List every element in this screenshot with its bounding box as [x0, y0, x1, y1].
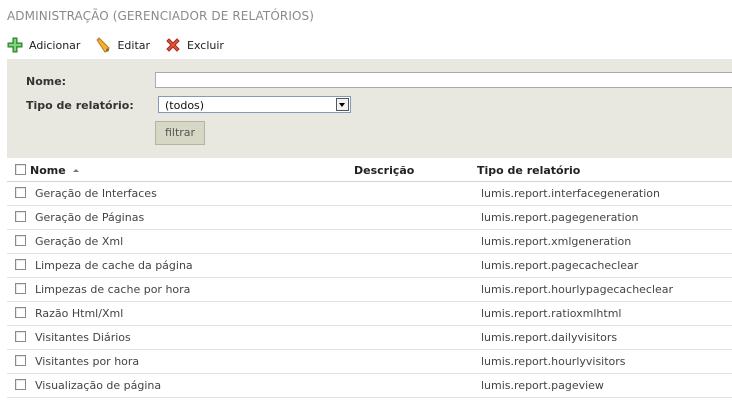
sort-ascending-icon: [73, 169, 79, 172]
type-filter-value: (todos): [165, 99, 205, 112]
row-checkbox[interactable]: [15, 211, 26, 222]
type-filter-select[interactable]: (todos): [158, 96, 351, 113]
table-row[interactable]: Visualização de página lumis.report.page…: [7, 374, 732, 398]
column-header-descricao[interactable]: Descrição: [354, 164, 414, 177]
row-checkbox[interactable]: [15, 187, 26, 198]
select-all-checkbox[interactable]: [15, 164, 26, 175]
column-header-tipo[interactable]: Tipo de relatório: [477, 164, 580, 177]
toolbar: Adicionar Editar Excluir: [7, 37, 239, 53]
reports-table: Nome Descrição Tipo de relatório Geração…: [7, 160, 732, 398]
row-checkbox[interactable]: [15, 235, 26, 246]
edit-label: Editar: [117, 38, 151, 52]
row-tipo: lumis.report.pageview: [481, 379, 604, 392]
table-row[interactable]: Geração de Interfaces lumis.report.inter…: [7, 182, 732, 206]
chevron-down-icon[interactable]: [336, 98, 349, 111]
row-tipo: lumis.report.dailyvisitors: [481, 331, 618, 344]
row-nome: Limpezas de cache por hora: [35, 283, 191, 296]
row-nome: Geração de Xml: [35, 235, 124, 248]
row-tipo: lumis.report.pagegeneration: [481, 211, 639, 224]
table-header: Nome Descrição Tipo de relatório: [7, 160, 732, 182]
row-checkbox[interactable]: [15, 379, 26, 390]
table-row[interactable]: Razão Html/Xml lumis.report.ratioxmlhtml: [7, 302, 732, 326]
row-checkbox[interactable]: [15, 259, 26, 270]
table-row[interactable]: Geração de Xml lumis.report.xmlgeneratio…: [7, 230, 732, 254]
table-row[interactable]: Limpezas de cache por hora lumis.report.…: [7, 278, 732, 302]
row-tipo: lumis.report.pagecacheclear: [481, 259, 639, 272]
row-tipo: lumis.report.hourlypagecacheclear: [481, 283, 674, 296]
row-tipo: lumis.report.interfacegeneration: [481, 187, 661, 200]
row-nome: Geração de Interfaces: [35, 187, 157, 200]
row-checkbox[interactable]: [15, 331, 26, 342]
column-header-nome[interactable]: Nome: [30, 164, 66, 177]
row-nome: Visitantes por hora: [35, 355, 140, 368]
page-title: ADMINISTRAÇÃO (GERENCIADOR DE RELATÓRIOS…: [7, 9, 315, 23]
table-row[interactable]: Limpeza de cache da página lumis.report.…: [7, 254, 732, 278]
row-nome: Razão Html/Xml: [35, 307, 124, 320]
row-checkbox[interactable]: [15, 307, 26, 318]
row-nome: Limpeza de cache da página: [35, 259, 193, 272]
row-nome: Visitantes Diários: [35, 331, 131, 344]
filter-panel: Nome: Tipo de relatório: (todos) filtrar: [7, 59, 732, 158]
delete-x-icon: [165, 37, 181, 53]
row-tipo: lumis.report.ratioxmlhtml: [481, 307, 622, 320]
delete-label: Excluir: [187, 38, 224, 52]
pencil-icon: [95, 37, 111, 53]
row-tipo: lumis.report.hourlyvisitors: [481, 355, 626, 368]
name-filter-label: Nome:: [26, 75, 67, 88]
type-filter-label: Tipo de relatório:: [26, 99, 134, 112]
table-row[interactable]: Visitantes por hora lumis.report.hourlyv…: [7, 350, 732, 374]
name-filter-input[interactable]: [155, 72, 732, 88]
table-row[interactable]: Visitantes Diários lumis.report.dailyvis…: [7, 326, 732, 350]
row-checkbox[interactable]: [15, 355, 26, 366]
table-row[interactable]: Geração de Páginas lumis.report.pagegene…: [7, 206, 732, 230]
plus-icon: [7, 37, 23, 53]
row-tipo: lumis.report.xmlgeneration: [481, 235, 632, 248]
edit-button[interactable]: Editar: [95, 37, 150, 53]
filter-button[interactable]: filtrar: [155, 121, 205, 145]
delete-button[interactable]: Excluir: [165, 37, 224, 53]
add-label: Adicionar: [29, 38, 81, 52]
row-nome: Visualização de página: [35, 379, 162, 392]
add-button[interactable]: Adicionar: [7, 37, 80, 53]
row-nome: Geração de Páginas: [35, 211, 145, 224]
row-checkbox[interactable]: [15, 283, 26, 294]
